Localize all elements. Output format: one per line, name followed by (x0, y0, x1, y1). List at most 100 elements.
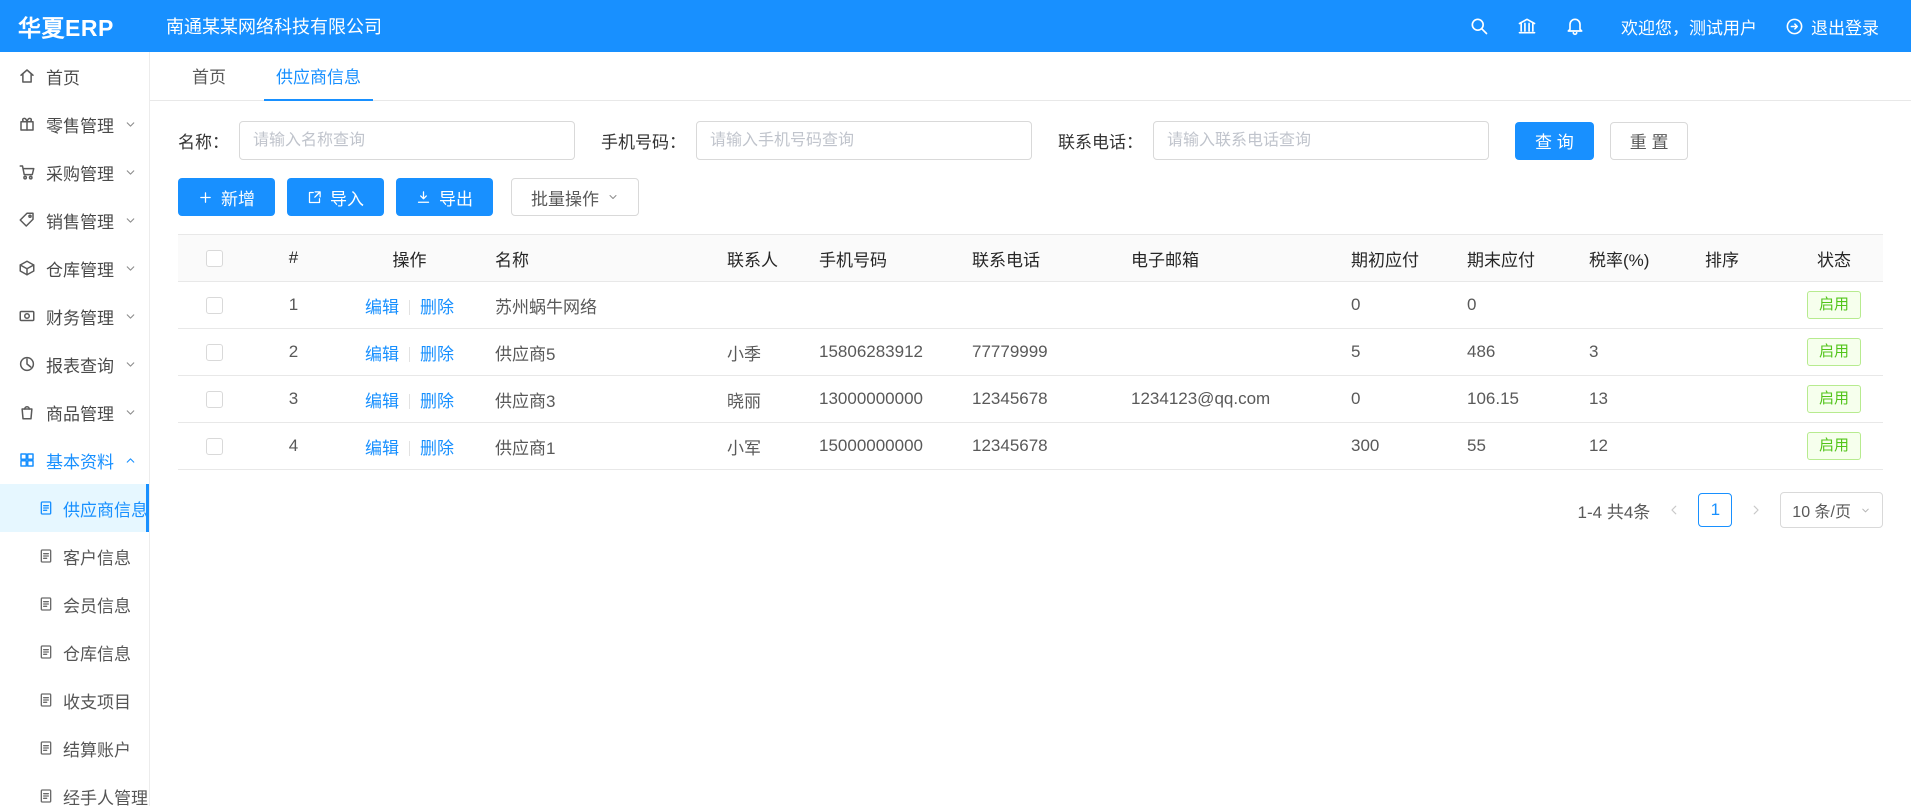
doc-icon (38, 644, 54, 660)
export-icon (416, 190, 431, 205)
doc-icon (38, 596, 54, 612)
cell-opening-payable: 0 (1339, 376, 1455, 423)
pagination-total: 1-4 共4条 (1578, 498, 1651, 523)
divider (409, 300, 410, 315)
cell-name: 供应商3 (483, 376, 715, 423)
search-icon[interactable] (1469, 16, 1489, 36)
logout-button[interactable]: 退出登录 (1785, 14, 1879, 39)
delete-link[interactable]: 删除 (420, 345, 454, 364)
row-index: 3 (251, 376, 336, 423)
report-icon (18, 355, 36, 373)
sidebar-subitem-supplier-info[interactable]: 供应商信息 (0, 484, 149, 532)
sidebar-subitem-income-expense[interactable]: 收支项目 (0, 676, 149, 724)
cell-phone: 15000000000 (807, 423, 960, 470)
row-checkbox[interactable] (206, 438, 223, 455)
cell-tel: 12345678 (960, 376, 1119, 423)
import-button-label: 导入 (330, 185, 364, 210)
column-header-index: # (251, 235, 336, 282)
sidebar-subitem-settlement-account[interactable]: 结算账户 (0, 724, 149, 772)
cell-tax-rate: 13 (1577, 376, 1693, 423)
delete-link[interactable]: 删除 (420, 298, 454, 317)
column-header-contact: 联系人 (715, 235, 807, 282)
sidebar-item-purchase[interactable]: 采购管理 (0, 148, 149, 196)
phone-filter-input[interactable] (696, 121, 1032, 160)
sidebar-item-retail[interactable]: 零售管理 (0, 100, 149, 148)
row-checkbox[interactable] (206, 344, 223, 361)
sidebar-item-goods[interactable]: 商品管理 (0, 388, 149, 436)
logout-label: 退出登录 (1811, 14, 1879, 39)
delete-link[interactable]: 删除 (420, 439, 454, 458)
bell-icon[interactable] (1565, 16, 1585, 36)
filter-name: 名称： (178, 121, 575, 160)
tel-filter-input[interactable] (1153, 121, 1489, 160)
row-checkbox[interactable] (206, 391, 223, 408)
main-area: 首页 供应商信息 名称： 手机号码： 联系电话： 查 询 重 置 (150, 52, 1911, 806)
tab-home[interactable]: 首页 (180, 52, 238, 101)
sidebar-item-label: 报表查询 (46, 352, 114, 377)
cell-name: 苏州蜗牛网络 (483, 282, 715, 329)
cell-phone: 15806283912 (807, 329, 960, 376)
tel-filter-label: 联系电话： (1058, 128, 1143, 153)
cell-sort (1693, 376, 1785, 423)
sidebar-item-home[interactable]: 首页 (0, 52, 149, 100)
toolbar: 新增 导入 导出 批量操作 (178, 178, 1883, 216)
chevron-down-icon (124, 166, 137, 179)
sidebar-subitem-member-info[interactable]: 会员信息 (0, 580, 149, 628)
delete-link[interactable]: 删除 (420, 392, 454, 411)
app-header: 华夏ERP 南通某某网络科技有限公司 欢迎您，测试用户 退出登录 (0, 0, 1911, 52)
header-actions: 欢迎您，测试用户 退出登录 (1469, 14, 1911, 39)
doc-icon (38, 692, 54, 708)
edit-link[interactable]: 编辑 (365, 298, 399, 317)
cell-contact (715, 282, 807, 329)
sidebar-item-finance[interactable]: 财务管理 (0, 292, 149, 340)
edit-link[interactable]: 编辑 (365, 392, 399, 411)
chevron-up-icon (124, 454, 137, 467)
add-button-label: 新增 (221, 185, 255, 210)
name-filter-input[interactable] (239, 121, 575, 160)
logout-icon (1785, 17, 1804, 36)
sidebar-item-sales[interactable]: 销售管理 (0, 196, 149, 244)
chevron-down-icon (124, 358, 137, 371)
reset-button[interactable]: 重 置 (1610, 122, 1689, 160)
sidebar-subitem-label: 经手人管理 (63, 784, 148, 806)
sidebar-item-label: 销售管理 (46, 208, 114, 233)
sidebar-subitem-handler-management[interactable]: 经手人管理 (0, 772, 149, 806)
divider (409, 347, 410, 362)
cell-email (1119, 329, 1339, 376)
app-logo: 华夏ERP (0, 9, 150, 43)
import-button[interactable]: 导入 (287, 178, 384, 216)
company-name: 南通某某网络科技有限公司 (166, 13, 382, 39)
sidebar-item-report[interactable]: 报表查询 (0, 340, 149, 388)
edit-link[interactable]: 编辑 (365, 439, 399, 458)
sidebar-subitem-label: 供应商信息 (63, 496, 148, 521)
batch-operation-button[interactable]: 批量操作 (511, 178, 639, 216)
sidebar-subitem-warehouse-info[interactable]: 仓库信息 (0, 628, 149, 676)
sidebar: 首页 零售管理 采购管理 销售管理 仓库管理 财务管理 (0, 52, 150, 806)
chevron-down-icon (124, 262, 137, 275)
doc-icon (38, 548, 54, 564)
prev-page-button[interactable] (1662, 493, 1686, 527)
select-all-checkbox[interactable] (206, 250, 223, 267)
cell-sort (1693, 282, 1785, 329)
chevron-down-icon (1860, 505, 1871, 516)
cell-email (1119, 423, 1339, 470)
page-size-value: 10 条/页 (1792, 498, 1851, 522)
status-badge: 启用 (1807, 338, 1861, 366)
pagination: 1-4 共4条 1 10 条/页 (178, 492, 1883, 552)
cell-opening-payable: 0 (1339, 282, 1455, 329)
add-button[interactable]: 新增 (178, 178, 275, 216)
tab-supplier-info[interactable]: 供应商信息 (264, 52, 373, 101)
row-checkbox[interactable] (206, 297, 223, 314)
page-size-select[interactable]: 10 条/页 (1780, 492, 1883, 528)
next-page-button[interactable] (1744, 493, 1768, 527)
sidebar-subitem-customer-info[interactable]: 客户信息 (0, 532, 149, 580)
search-button[interactable]: 查 询 (1515, 122, 1594, 160)
status-badge: 启用 (1807, 291, 1861, 319)
divider (409, 441, 410, 456)
page-number-1[interactable]: 1 (1698, 493, 1732, 527)
export-button[interactable]: 导出 (396, 178, 493, 216)
edit-link[interactable]: 编辑 (365, 345, 399, 364)
bank-icon[interactable] (1517, 16, 1537, 36)
sidebar-item-warehouse[interactable]: 仓库管理 (0, 244, 149, 292)
sidebar-item-basic-data[interactable]: 基本资料 (0, 436, 149, 484)
